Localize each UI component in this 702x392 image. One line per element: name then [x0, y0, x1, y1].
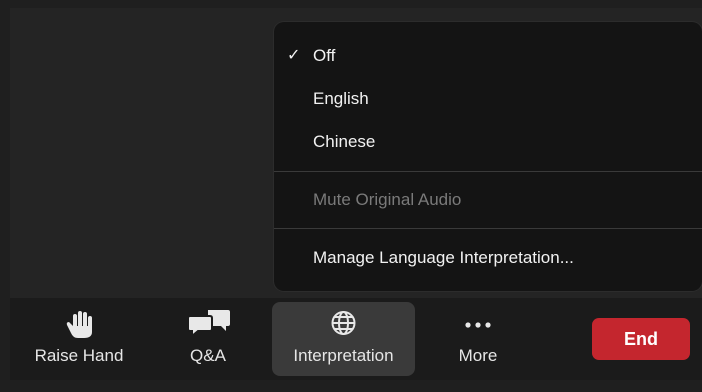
- hand-icon: [66, 311, 92, 338]
- ellipsis-icon: [465, 322, 491, 328]
- raise-hand-label: Raise Hand: [34, 346, 124, 365]
- interpretation-label: Interpretation: [293, 346, 394, 365]
- menu-item-english[interactable]: English: [274, 81, 702, 117]
- raise-hand-button[interactable]: Raise Hand: [24, 298, 134, 376]
- menu-item-chinese[interactable]: Chinese: [274, 124, 702, 160]
- checkmark-icon: ✓: [287, 47, 301, 64]
- menu-item-label: Mute Original Audio: [313, 190, 462, 209]
- menu-item-manage-interpretation[interactable]: Manage Language Interpretation...: [274, 240, 702, 276]
- chat-bubbles-icon: [187, 310, 230, 338]
- menu-divider: [274, 228, 702, 229]
- interpretation-button[interactable]: Interpretation: [272, 302, 415, 376]
- menu-item-off[interactable]: ✓ Off: [274, 38, 702, 74]
- more-label: More: [458, 346, 498, 365]
- qa-label: Q&A: [190, 346, 226, 365]
- meeting-toolbar: Raise Hand Q&A Interpretation More End: [10, 298, 702, 380]
- end-meeting-button[interactable]: End: [592, 318, 690, 360]
- menu-item-label: Manage Language Interpretation...: [313, 248, 574, 267]
- menu-item-label: Chinese: [313, 132, 376, 151]
- globe-icon: [331, 311, 356, 335]
- bottom-edge: [10, 380, 702, 392]
- interpretation-menu: ✓ Off English Chinese Mute Original Audi…: [274, 22, 702, 291]
- menu-item-label: Off: [313, 46, 336, 65]
- menu-item-mute-original-audio: Mute Original Audio: [274, 182, 702, 218]
- menu-divider: [274, 171, 702, 172]
- more-button[interactable]: More: [438, 298, 518, 376]
- qa-button[interactable]: Q&A: [168, 298, 248, 376]
- menu-item-label: English: [313, 89, 369, 108]
